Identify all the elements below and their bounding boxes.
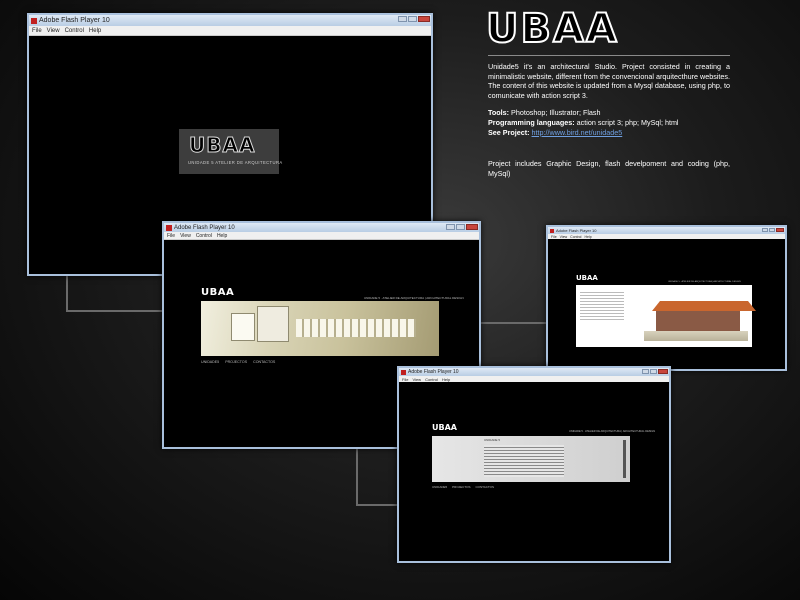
divider [488,55,730,56]
close-button[interactable] [776,228,784,232]
window-title: Adobe Flash Player 10 [556,228,597,233]
menu-help[interactable]: Help [584,235,591,239]
menu-help[interactable]: Help [442,377,450,382]
menu-bar: File View Control Help [164,232,479,240]
window-title: Adobe Flash Player 10 [408,369,459,375]
menu-help[interactable]: Help [217,233,227,239]
site-nav: UNIDADE5 PROJECTOS CONTACTOS [432,485,494,489]
connector-line [356,446,358,506]
flash-app-icon [31,17,37,24]
menu-control[interactable]: Control [196,233,212,239]
menu-file[interactable]: File [167,233,175,239]
scrollbar[interactable] [623,440,626,478]
site-tagline: UNIDADE 5 · ATELIER DE ARQUITECTURA | AR… [364,296,464,300]
site-nav: UNIDADE5 PROJECTOS CONTACTOS [201,360,275,364]
title-bar[interactable]: Adobe Flash Player 10 [548,227,785,234]
close-button[interactable] [658,369,668,374]
close-button[interactable] [418,16,430,22]
menu-bar: File View Control Help [29,26,431,36]
connector-line [356,504,398,506]
menu-control[interactable]: Control [425,377,438,382]
splash-subtitle: UNIDADE 5 ATELIER DE ARQUITECTURA [188,160,283,165]
house-image [644,301,756,343]
title-bar[interactable]: Adobe Flash Player 10 [29,15,431,26]
close-button[interactable] [466,224,478,230]
nav-contactos[interactable]: CONTACTOS [253,360,275,364]
see-project-line: See Project: http://www.bird.net/unidade… [488,127,623,137]
site-tagline: UNIDADE 5 · ATELIER DE ARQUITECTURA | AR… [569,430,656,433]
minimize-button[interactable] [446,224,455,230]
title-bar[interactable]: Adobe Flash Player 10 [164,223,479,232]
project-link[interactable]: http://www.bird.net/unidade5 [532,128,623,137]
menu-view[interactable]: View [180,233,191,239]
menu-view[interactable]: View [47,28,60,34]
about-text [484,445,564,477]
splash-card: UBAA UNIDADE 5 ATELIER DE ARQUITECTURA [179,129,282,174]
project-description: Unidade5 it's an architectural Studio. P… [488,62,730,186]
nav-unidade5[interactable]: UNIDADE5 [201,360,219,364]
maximize-button[interactable] [650,369,657,374]
nav-unidade5[interactable]: UNIDADE5 [432,485,447,489]
flash-window-about[interactable]: Adobe Flash Player 10 File View Control … [397,366,671,563]
splash-logo: UBAA [188,133,256,158]
detail-panel [576,285,756,347]
site-logo[interactable]: UBAA [576,274,598,282]
brand-logo: UBAA [485,5,619,53]
flash-app-icon [550,228,554,233]
site-logo[interactable]: UBAA [201,287,234,298]
tools-line: Tools: Photoshop; Illustrator; Flash [488,108,601,118]
project-image [201,301,439,356]
nav-projectos[interactable]: PROJECTOS [225,360,247,364]
nav-contactos[interactable]: CONTACTOS [475,485,494,489]
nav-projectos[interactable]: PROJECTOS [452,485,470,489]
site-tagline: UNIDADE 5 · ATELIER DE ARQUITECTURA | AR… [668,281,741,283]
connector-line [66,310,162,312]
flash-app-icon [166,224,172,231]
site-logo[interactable]: UBAA [432,423,457,432]
detail-text-block [580,290,624,320]
maximize-button[interactable] [456,224,465,230]
menu-help[interactable]: Help [89,28,101,34]
menu-file[interactable]: File [32,28,42,34]
menu-control[interactable]: Control [65,28,84,34]
minimize-button[interactable] [762,228,768,232]
flash-stage: UBAA UNIDADE 5 · ATELIER DE ARQUITECTURA… [548,239,785,369]
menu-control[interactable]: Control [570,235,581,239]
flash-app-icon [401,369,406,375]
minimize-button[interactable] [398,16,407,22]
menu-view[interactable]: View [560,235,568,239]
window-title: Adobe Flash Player 10 [174,224,235,231]
intro-text: Unidade5 it's an architectural Studio. P… [488,62,730,100]
maximize-button[interactable] [408,16,417,22]
connector-line [66,272,68,312]
languages-line: Programming languages: action script 3; … [488,117,679,127]
connector-line [478,322,546,324]
about-panel: UNIDADE 5 [432,436,630,482]
flash-stage: UBAA UNIDADE 5 · ATELIER DE ARQUITECTURA… [399,382,669,561]
flash-window-detail[interactable]: Adobe Flash Player 10 File View Control … [546,225,787,371]
menu-file[interactable]: File [402,377,408,382]
menu-file[interactable]: File [551,235,557,239]
title-bar[interactable]: Adobe Flash Player 10 [399,368,669,376]
minimize-button[interactable] [642,369,649,374]
panel-title: UNIDADE 5 [484,438,501,442]
menu-view[interactable]: View [412,377,421,382]
includes-text: Project includes Graphic Design, flash d… [488,159,730,178]
maximize-button[interactable] [769,228,775,232]
window-title: Adobe Flash Player 10 [39,17,110,24]
